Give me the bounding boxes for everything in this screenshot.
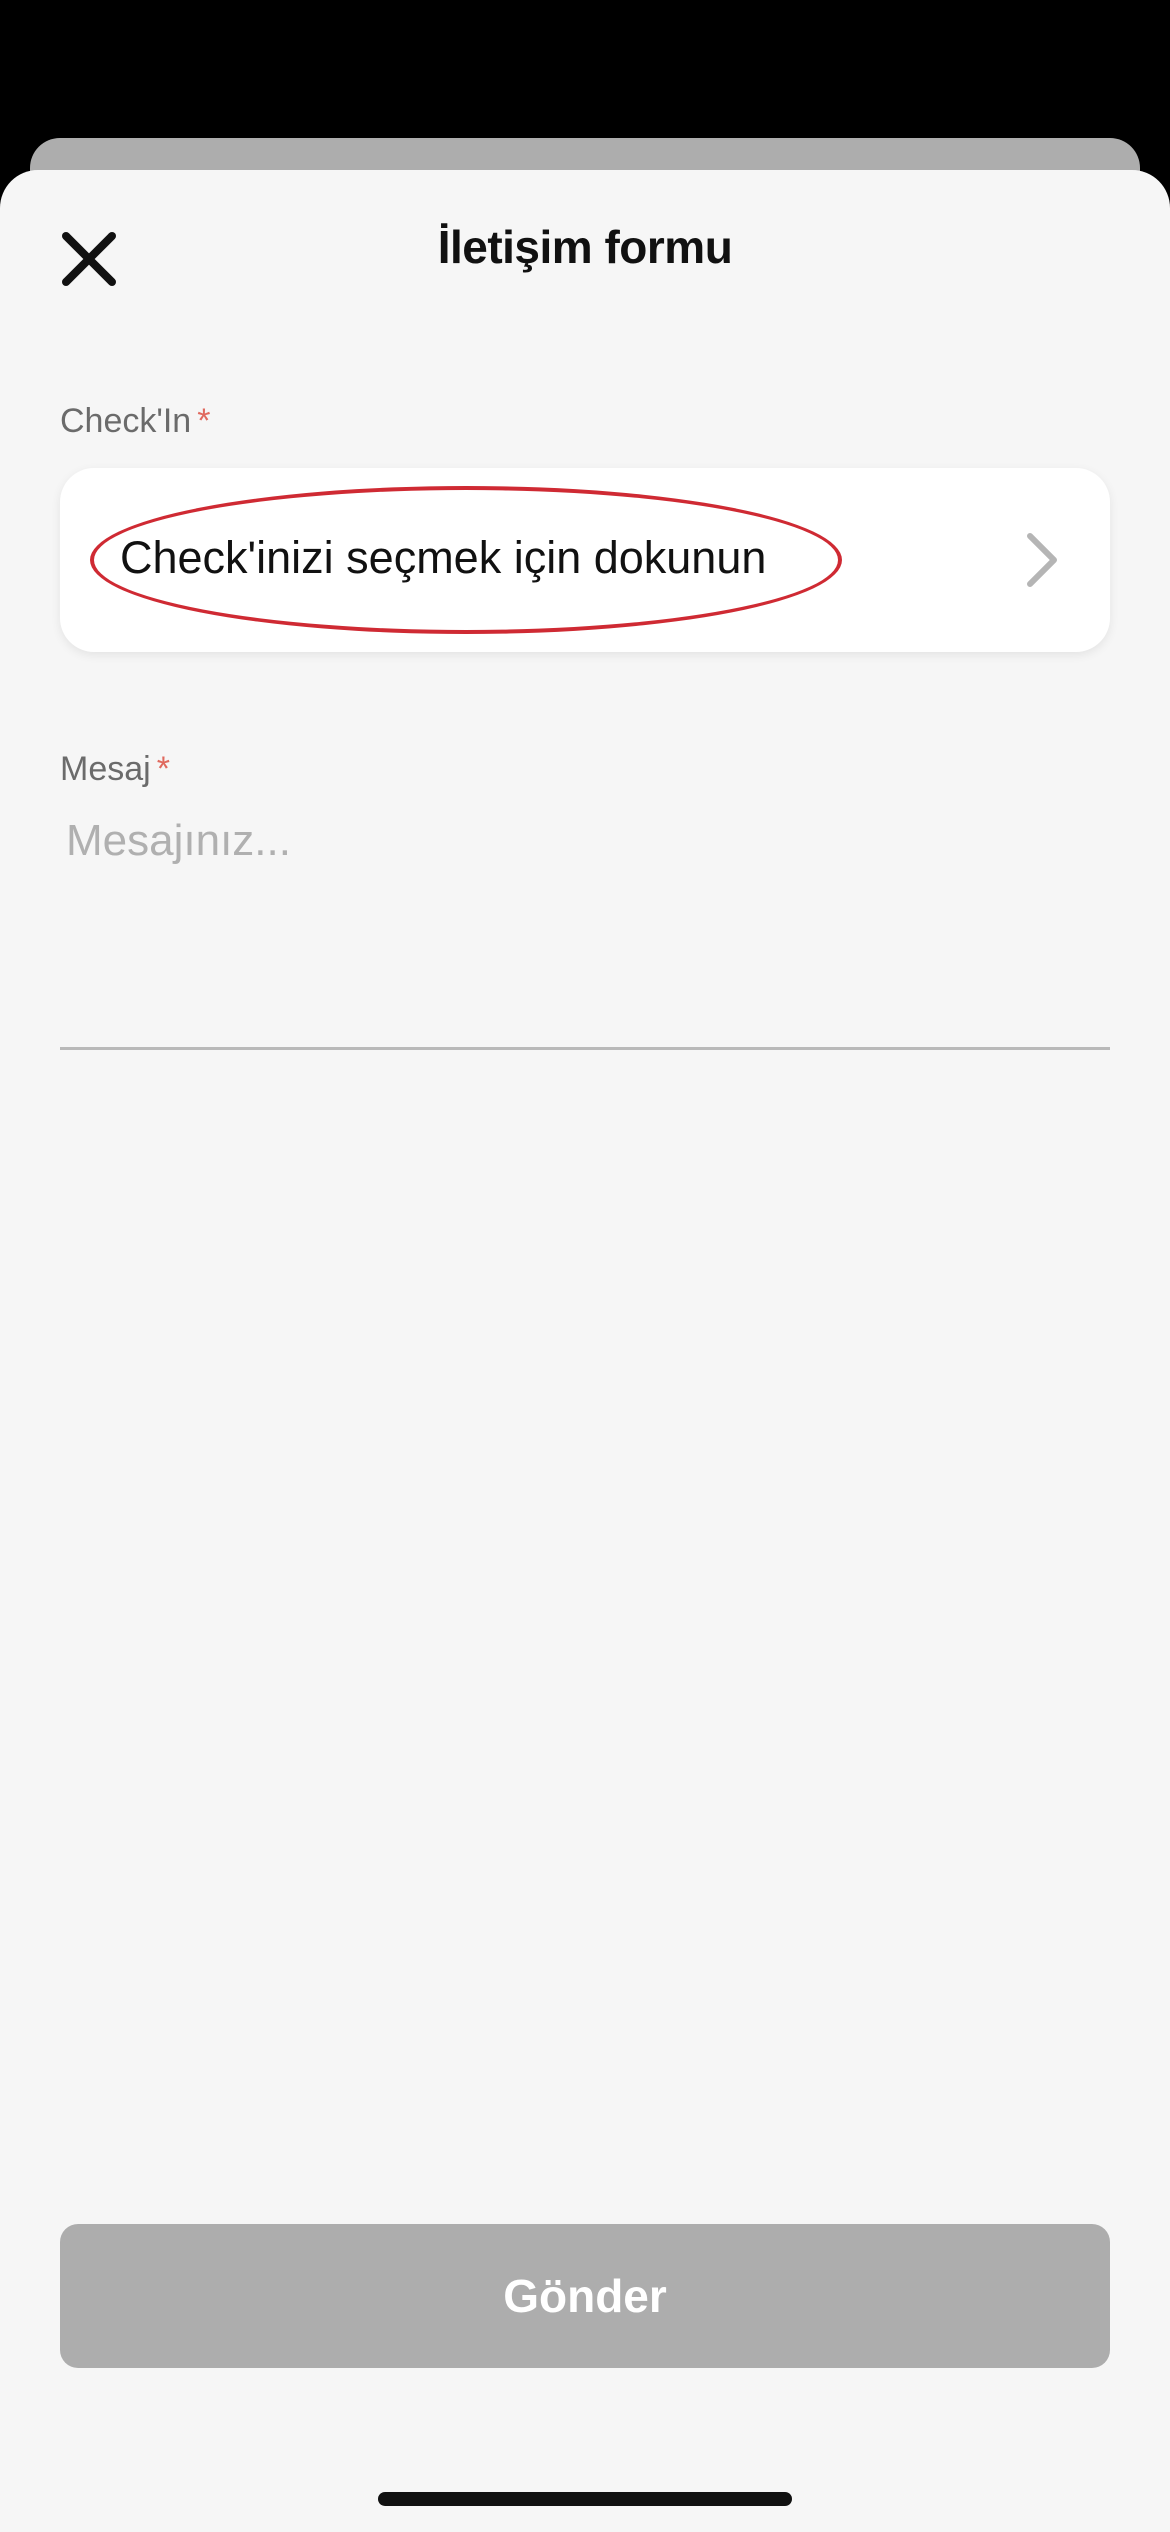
submit-button[interactable]: Gönder: [60, 2224, 1110, 2368]
message-label: Mesaj *: [60, 750, 170, 789]
contact-form-sheet: İletişim formu Check'In * Check'inizi seç…: [0, 170, 1170, 2532]
home-indicator: [378, 2492, 792, 2506]
required-mark: *: [156, 750, 170, 788]
checkin-selector[interactable]: Check'inizi seçmek için dokunun: [60, 468, 1110, 652]
required-mark: *: [197, 402, 211, 440]
checkin-placeholder: Check'inizi seçmek için dokunun: [120, 532, 767, 583]
checkin-label-text: Check'In: [60, 402, 192, 440]
checkin-label: Check'In *: [60, 402, 210, 441]
screen: İletişim formu Check'In * Check'inizi seç…: [0, 0, 1170, 2532]
chevron-right-icon: [1022, 530, 1062, 590]
message-label-text: Mesaj: [60, 750, 151, 788]
page-title: İletişim formu: [437, 221, 733, 273]
message-input[interactable]: [60, 806, 1110, 1050]
